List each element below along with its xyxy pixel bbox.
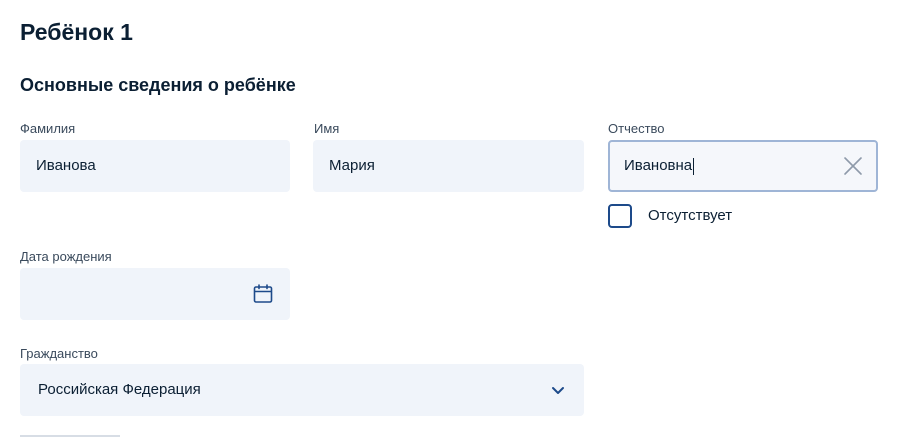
- calendar-icon[interactable]: [252, 283, 274, 305]
- text-caret: [693, 157, 695, 175]
- cropped-next-label: [20, 432, 140, 440]
- citizenship-label: Гражданство: [20, 346, 98, 361]
- first-name-field[interactable]: Мария: [313, 140, 584, 192]
- close-icon[interactable]: [842, 155, 864, 177]
- last-name-label: Фамилия: [20, 121, 76, 136]
- page-title: Ребёнок 1: [20, 19, 133, 45]
- last-name-field[interactable]: Иванова: [20, 140, 290, 192]
- chevron-down-icon-graphic: [552, 387, 564, 394]
- first-name-value: Мария: [329, 157, 375, 174]
- first-name-label: Имя: [314, 121, 340, 136]
- birth-date-field[interactable]: [20, 268, 290, 320]
- birth-date-label: Дата рождения: [20, 249, 112, 264]
- patronymic-field[interactable]: Ивановна: [608, 140, 878, 192]
- calendar-icon-graphic: [253, 284, 273, 303]
- patronymic-label: Отчество: [608, 121, 665, 136]
- patronymic-absent-checkbox[interactable]: [608, 204, 632, 228]
- patronymic-value-wrap: Ивановна: [624, 142, 695, 190]
- section-title: Основные сведения о ребёнке: [20, 75, 296, 95]
- patronymic-value: Ивановна: [624, 157, 693, 174]
- close-icon-graphic: [844, 157, 862, 175]
- last-name-value: Иванова: [36, 157, 96, 174]
- chevron-down-icon[interactable]: [548, 380, 568, 400]
- citizenship-value: Российская Федерация: [38, 381, 201, 398]
- patronymic-absent-label[interactable]: Отсутствует: [648, 206, 732, 226]
- citizenship-select[interactable]: Российская Федерация: [20, 364, 584, 416]
